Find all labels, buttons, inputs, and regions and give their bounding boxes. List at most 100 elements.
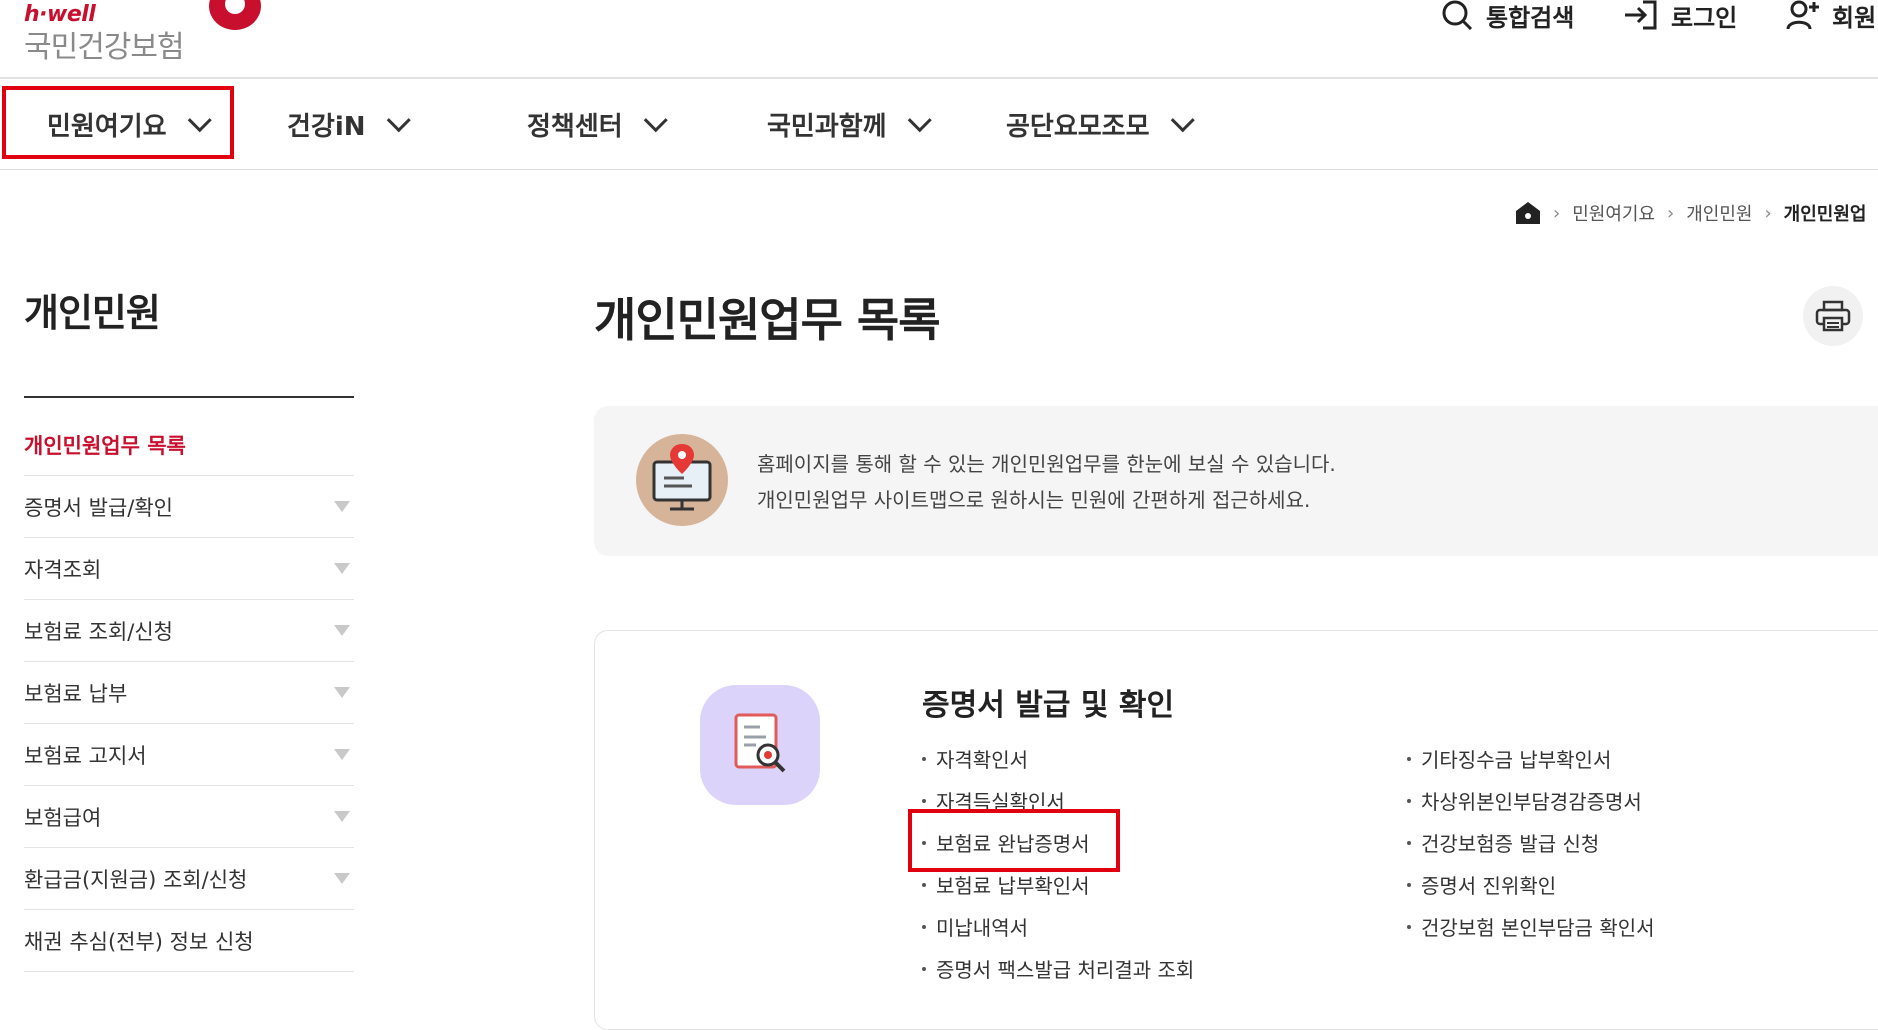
breadcrumb: › 민원여기요 › 개인민원 › 개인민원업 <box>1515 200 1866 226</box>
sidebar-item-premium-inquiry[interactable]: 보험료 조회/신청 <box>24 600 354 662</box>
sidebar-item-list[interactable]: 개인민원업무 목록 <box>24 414 354 476</box>
info-line: 홈페이지를 통해 할 수 있는 개인민원업무를 한눈에 보실 수 있습니다. <box>757 452 1336 476</box>
header-divider <box>0 77 1878 79</box>
sidebar-item-refund[interactable]: 환급금(지원금) 조회/신청 <box>24 848 354 910</box>
bullet-icon <box>922 882 926 887</box>
sidebar-title: 개인민원 <box>24 291 161 335</box>
sidebar-item-label: 보험료 조회/신청 <box>24 619 173 644</box>
bullet-icon <box>922 966 926 971</box>
gnb-item-about[interactable]: 공단요모조모 <box>1006 80 1195 168</box>
expand-arrow-icon <box>334 873 350 884</box>
link-label: 건강보험 본인부담금 확인서 <box>1421 916 1655 940</box>
gnb-item-together[interactable]: 국민과함께 <box>767 80 932 168</box>
link-fax-result[interactable]: 증명서 팩스발급 처리결과 조회 <box>922 954 1194 983</box>
printer-icon <box>1815 300 1851 332</box>
expand-arrow-icon <box>334 687 350 698</box>
gnb-divider <box>0 169 1878 170</box>
info-line: 개인민원업무 사이트맵으로 원하시는 민원에 간편하게 접근하세요. <box>757 488 1311 512</box>
expand-arrow-icon <box>334 811 350 822</box>
sidebar-item-certificate[interactable]: 증명서 발급/확인 <box>24 476 354 538</box>
link-label: 증명서 진위확인 <box>1421 874 1557 898</box>
link-insurance-card-issue[interactable]: 건강보험증 발급 신청 <box>1407 828 1599 857</box>
sidebar-item-label: 보험료 납부 <box>24 681 128 706</box>
breadcrumb-separator-icon: › <box>1667 202 1675 224</box>
gnb-label: 국민과함께 <box>767 111 887 142</box>
link-label: 보험료 납부확인서 <box>936 874 1090 898</box>
link-label: 차상위본인부담경감증명서 <box>1421 790 1642 814</box>
bullet-icon <box>1407 882 1411 887</box>
sidebar-item-qualification[interactable]: 자격조회 <box>24 538 354 600</box>
link-near-poverty-reduction[interactable]: 차상위본인부담경감증명서 <box>1407 786 1642 815</box>
gnb-item-policy[interactable]: 정책센터 <box>527 80 668 168</box>
link-premium-full-payment-certificate[interactable]: 보험료 완납증명서 <box>922 828 1090 857</box>
breadcrumb-separator-icon: › <box>1553 202 1561 224</box>
expand-arrow-icon <box>334 625 350 636</box>
expand-arrow-icon <box>334 563 350 574</box>
info-text: 홈페이지를 통해 할 수 있는 개인민원업무를 한눈에 보실 수 있습니다. 개… <box>757 446 1336 518</box>
org-name: 국민건강보험 <box>24 30 185 65</box>
link-label: 건강보험증 발급 신청 <box>1421 832 1600 856</box>
sidebar-item-label: 증명서 발급/확인 <box>24 495 173 520</box>
breadcrumb-item[interactable]: 민원여기요 <box>1572 200 1655 226</box>
category-title: 증명서 발급 및 확인 <box>922 688 1175 723</box>
chevron-down-icon <box>386 107 411 132</box>
login-label: 로그인 <box>1671 3 1738 32</box>
member-link[interactable]: 회원 <box>1786 0 1877 32</box>
certificate-search-icon <box>700 685 820 805</box>
page-title: 개인민원업무 목록 <box>594 293 941 347</box>
gnb-label: 민원여기요 <box>47 111 167 142</box>
sidebar-item-benefits[interactable]: 보험급여 <box>24 786 354 848</box>
user-add-icon <box>1786 0 1819 30</box>
bullet-icon <box>1407 924 1411 929</box>
link-unpaid-statement[interactable]: 미납내역서 <box>922 912 1028 941</box>
link-premium-payment-confirmation[interactable]: 보험료 납부확인서 <box>922 870 1090 899</box>
sidebar-item-premium-bill[interactable]: 보험료 고지서 <box>24 724 354 786</box>
breadcrumb-item[interactable]: 개인민원 <box>1686 200 1752 226</box>
breadcrumb-separator-icon: › <box>1764 202 1772 224</box>
link-qualification-certificate[interactable]: 자격확인서 <box>922 744 1028 773</box>
expand-arrow-icon <box>334 749 350 760</box>
gnb-label: 정책센터 <box>527 111 623 142</box>
print-button[interactable] <box>1803 286 1863 346</box>
link-certificate-verification[interactable]: 증명서 진위확인 <box>1407 870 1556 899</box>
login-icon <box>1625 0 1657 30</box>
login-link[interactable]: 로그인 <box>1623 0 1738 32</box>
chevron-down-icon <box>643 107 668 132</box>
bullet-icon <box>922 924 926 929</box>
sidebar-item-label: 개인민원업무 목록 <box>24 433 186 458</box>
site-logo[interactable]: h·well 국민건강보험 <box>24 0 261 65</box>
gnb-item-health[interactable]: 건강iN <box>287 80 411 168</box>
chevron-down-icon <box>907 107 932 132</box>
link-label: 미납내역서 <box>936 916 1028 940</box>
sidebar-item-label: 환급금(지원금) 조회/신청 <box>24 867 248 892</box>
sidebar-divider <box>24 396 354 398</box>
link-other-payment-confirmation[interactable]: 기타징수금 납부확인서 <box>1407 744 1611 773</box>
link-label: 기타징수금 납부확인서 <box>1421 748 1612 772</box>
gnb-item-minwon[interactable]: 민원여기요 <box>47 80 212 168</box>
home-icon[interactable] <box>1515 201 1541 225</box>
bullet-icon <box>922 840 926 845</box>
bullet-icon <box>1407 798 1411 803</box>
sidebar-item-label: 보험료 고지서 <box>24 743 147 768</box>
bullet-icon <box>1407 840 1411 845</box>
breadcrumb-current: 개인민원업 <box>1783 204 1867 225</box>
search-label: 통합검색 <box>1486 3 1575 32</box>
sidebar-item-label: 채권 추심(전부) 정보 신청 <box>24 929 254 954</box>
search-link[interactable]: 통합검색 <box>1440 0 1575 32</box>
sidebar-item-label: 자격조회 <box>24 557 102 582</box>
sidebar-item-collection[interactable]: 채권 추심(전부) 정보 신청 <box>24 910 354 972</box>
logo-mark-icon <box>209 0 261 30</box>
bullet-icon <box>1407 756 1411 761</box>
gnb-label: 건강iN <box>287 111 366 142</box>
chevron-down-icon <box>1170 107 1195 132</box>
link-label: 자격확인서 <box>936 748 1028 772</box>
member-label: 회원 <box>1832 3 1877 32</box>
gnb-label: 공단요모조모 <box>1006 111 1150 142</box>
bullet-icon <box>922 756 926 761</box>
link-label: 보험료 완납증명서 <box>936 832 1090 856</box>
sidebar-item-premium-payment[interactable]: 보험료 납부 <box>24 662 354 724</box>
expand-arrow-icon <box>334 501 350 512</box>
link-copayment-confirmation[interactable]: 건강보험 본인부담금 확인서 <box>1407 912 1655 941</box>
bullet-icon <box>922 798 926 803</box>
link-label: 증명서 팩스발급 처리결과 조회 <box>936 958 1195 982</box>
